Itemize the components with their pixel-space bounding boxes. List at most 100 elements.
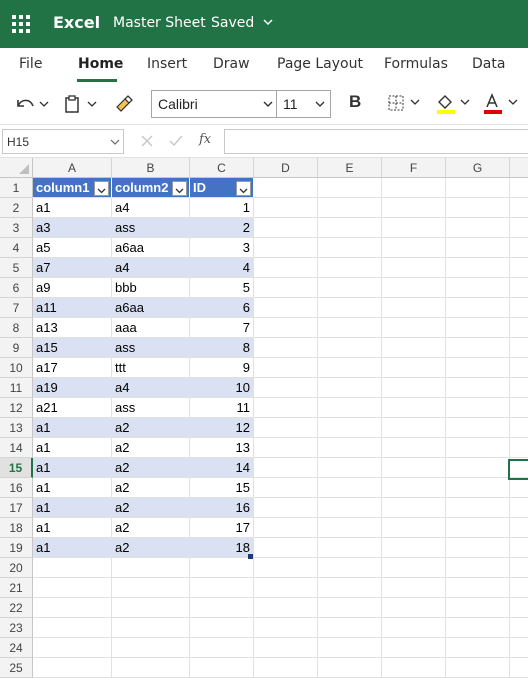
tab-insert[interactable]: Insert xyxy=(147,56,187,72)
insert-function-icon[interactable]: fx xyxy=(199,132,211,147)
cell[interactable] xyxy=(446,578,510,598)
cell[interactable] xyxy=(382,658,446,678)
column-header-c[interactable]: C xyxy=(190,158,254,178)
cell[interactable] xyxy=(510,478,528,498)
cell[interactable] xyxy=(446,198,510,218)
table-cell[interactable]: 12 xyxy=(190,418,254,438)
cell[interactable] xyxy=(112,658,190,678)
table-cell[interactable]: 11 xyxy=(190,398,254,418)
cell[interactable] xyxy=(382,398,446,418)
table-cell[interactable]: 6 xyxy=(190,298,254,318)
cell[interactable] xyxy=(446,338,510,358)
borders-icon[interactable] xyxy=(386,94,426,114)
cell[interactable] xyxy=(510,578,528,598)
table-cell[interactable]: ass xyxy=(112,218,190,238)
filter-dropdown-icon[interactable] xyxy=(172,181,187,196)
cell[interactable] xyxy=(510,638,528,658)
cell[interactable] xyxy=(318,178,382,198)
table-cell[interactable]: a7 xyxy=(33,258,112,278)
cell[interactable] xyxy=(318,378,382,398)
cell[interactable] xyxy=(446,238,510,258)
cell[interactable] xyxy=(254,398,318,418)
cell[interactable] xyxy=(112,578,190,598)
cell[interactable] xyxy=(190,638,254,658)
table-cell[interactable]: ttt xyxy=(112,358,190,378)
table-cell[interactable]: 2 xyxy=(190,218,254,238)
table-cell[interactable]: 3 xyxy=(190,238,254,258)
cell[interactable] xyxy=(254,258,318,278)
table-cell[interactable]: a6aa xyxy=(112,298,190,318)
cell[interactable] xyxy=(112,558,190,578)
cell[interactable] xyxy=(254,438,318,458)
row-header-16[interactable]: 16 xyxy=(0,478,33,498)
row-header-20[interactable]: 20 xyxy=(0,558,33,578)
check-icon[interactable] xyxy=(168,134,184,148)
cell[interactable] xyxy=(510,338,528,358)
format-painter-icon[interactable] xyxy=(113,93,135,115)
app-launcher-icon[interactable] xyxy=(12,15,30,33)
table-cell[interactable]: a19 xyxy=(33,378,112,398)
table-cell[interactable]: 13 xyxy=(190,438,254,458)
cell[interactable] xyxy=(33,558,112,578)
app-name[interactable]: Excel xyxy=(53,13,100,32)
table-cell[interactable]: 16 xyxy=(190,498,254,518)
cell[interactable] xyxy=(254,418,318,438)
cell[interactable] xyxy=(446,438,510,458)
cell[interactable] xyxy=(318,298,382,318)
cell[interactable] xyxy=(33,638,112,658)
table-cell[interactable]: 4 xyxy=(190,258,254,278)
cell[interactable] xyxy=(190,658,254,678)
table-cell[interactable]: a2 xyxy=(112,518,190,538)
cell[interactable] xyxy=(510,178,528,198)
cell[interactable] xyxy=(382,338,446,358)
cell[interactable] xyxy=(446,458,510,478)
table-cell[interactable]: 15 xyxy=(190,478,254,498)
cell[interactable] xyxy=(318,418,382,438)
row-header-11[interactable]: 11 xyxy=(0,378,33,398)
column-header-e[interactable]: E xyxy=(318,158,382,178)
cell[interactable] xyxy=(318,458,382,478)
table-cell[interactable]: a2 xyxy=(112,458,190,478)
table-cell[interactable]: a6aa xyxy=(112,238,190,258)
row-header-14[interactable]: 14 xyxy=(0,438,33,458)
column-header-b[interactable]: B xyxy=(112,158,190,178)
cell[interactable] xyxy=(254,518,318,538)
table-cell[interactable]: a5 xyxy=(33,238,112,258)
cell[interactable] xyxy=(318,338,382,358)
cell[interactable] xyxy=(446,378,510,398)
column-header-a[interactable]: A xyxy=(33,158,112,178)
cell[interactable] xyxy=(510,538,528,558)
cell[interactable] xyxy=(190,558,254,578)
cell[interactable] xyxy=(510,198,528,218)
cell[interactable] xyxy=(190,578,254,598)
table-cell[interactable]: 17 xyxy=(190,518,254,538)
table-cell[interactable]: ass xyxy=(112,398,190,418)
name-box[interactable]: H15 xyxy=(2,129,124,154)
row-header-18[interactable]: 18 xyxy=(0,518,33,538)
cell[interactable] xyxy=(254,198,318,218)
table-cell[interactable]: a1 xyxy=(33,438,112,458)
cell[interactable] xyxy=(318,578,382,598)
cell[interactable] xyxy=(510,278,528,298)
cell[interactable] xyxy=(446,218,510,238)
table-cell[interactable]: a4 xyxy=(112,378,190,398)
cell[interactable] xyxy=(318,318,382,338)
row-header-3[interactable]: 3 xyxy=(0,218,33,238)
cell[interactable] xyxy=(318,658,382,678)
table-resize-handle[interactable] xyxy=(248,554,253,559)
table-cell[interactable]: a15 xyxy=(33,338,112,358)
column-header-g[interactable]: G xyxy=(446,158,510,178)
cell[interactable] xyxy=(382,278,446,298)
cell[interactable] xyxy=(382,198,446,218)
row-header-23[interactable]: 23 xyxy=(0,618,33,638)
cell[interactable] xyxy=(190,618,254,638)
cell[interactable] xyxy=(382,258,446,278)
cell[interactable] xyxy=(112,638,190,658)
table-cell[interactable]: 5 xyxy=(190,278,254,298)
cell[interactable] xyxy=(510,398,528,418)
cell[interactable] xyxy=(446,478,510,498)
table-cell[interactable]: a1 xyxy=(33,418,112,438)
table-cell[interactable]: a2 xyxy=(112,478,190,498)
cell[interactable] xyxy=(318,358,382,378)
cell[interactable] xyxy=(254,338,318,358)
